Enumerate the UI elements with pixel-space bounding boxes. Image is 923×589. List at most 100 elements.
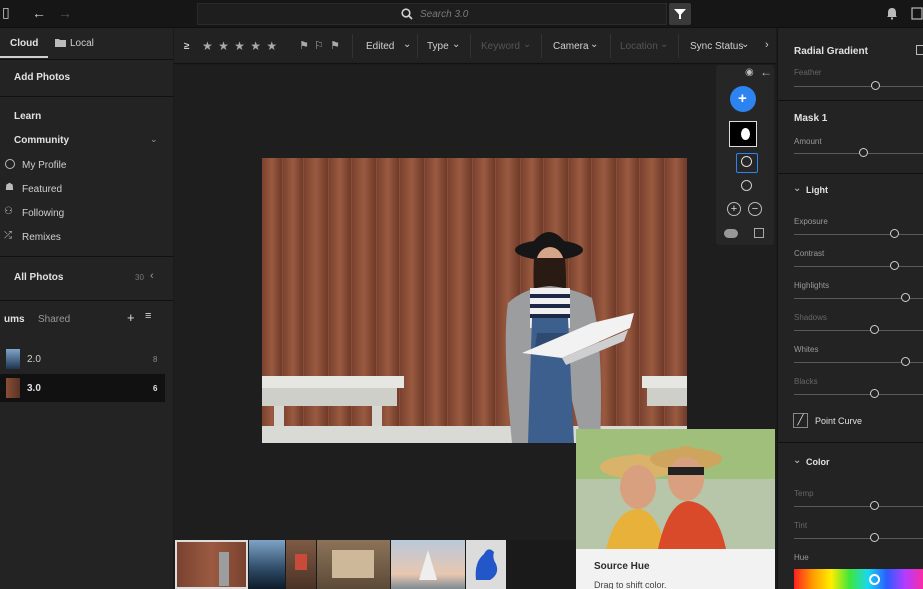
keyword-dropdown[interactable]: Keyword ⌄ [481, 28, 541, 64]
sidebar-item-all-photos[interactable]: All Photos 30 ‹ [0, 268, 173, 288]
contrast-slider-knob[interactable] [890, 261, 899, 270]
eye-icon[interactable]: ◉ [745, 67, 754, 78]
add-photos-button[interactable]: Add Photos [0, 64, 173, 90]
album-row[interactable]: 2.0 8 [0, 346, 165, 372]
filmstrip-thumbnail[interactable] [286, 540, 316, 589]
filter-button[interactable] [669, 3, 691, 25]
rating-operator[interactable]: ≥ [184, 41, 190, 52]
temp-slider[interactable] [794, 506, 923, 507]
point-curve-button[interactable]: ╱ Point Curve [788, 412, 923, 432]
blue-rooster-shape [475, 549, 498, 580]
temp-slider-knob[interactable] [870, 501, 879, 510]
filmstrip-thumbnail[interactable] [391, 540, 465, 589]
tint-slider[interactable] [794, 538, 923, 539]
type-dropdown[interactable]: Type ⌄ [427, 28, 467, 64]
feather-slider-knob[interactable] [871, 81, 880, 90]
keyword-label: Keyword [481, 41, 520, 52]
color-section-header[interactable]: ⌄ Color [778, 454, 923, 472]
camera-dropdown[interactable]: Camera ⌄ [553, 28, 609, 64]
plus-icon: + [738, 90, 747, 107]
left-sidebar: Cloud Local Add Photos Learn Community ⌄… [0, 28, 173, 589]
mask-thumbnail[interactable] [729, 121, 757, 147]
collapse-arrow-icon[interactable]: ← [760, 65, 772, 79]
filmstrip-thumbnail[interactable] [466, 540, 506, 589]
info-panel-icon[interactable] [911, 7, 923, 20]
search-icon [401, 8, 413, 20]
shadows-slider-knob[interactable] [870, 325, 879, 334]
hue-spectrum-slider[interactable] [794, 569, 923, 589]
amount-label: Amount [794, 137, 822, 146]
whites-slider-knob[interactable] [901, 357, 910, 366]
figure-shape [219, 552, 229, 586]
mask-component[interactable] [736, 177, 758, 197]
blacks-slider[interactable] [794, 394, 923, 395]
color-title: Color [806, 457, 830, 467]
sidebar-item-following[interactable]: ⚇ Following [0, 205, 173, 223]
filmstrip-thumbnail-selected[interactable] [175, 540, 248, 589]
star-rating-filter[interactable]: ★ ★ ★ ★ ★ [202, 39, 278, 53]
add-to-mask-icon[interactable]: + [727, 202, 741, 216]
exposure-slider-knob[interactable] [890, 229, 899, 238]
chevron-down-icon: ⌄ [793, 455, 802, 466]
source-hue-tooltip: Source Hue Drag to shift color. [576, 429, 775, 589]
add-album-icon[interactable]: + [127, 310, 135, 325]
light-section-header[interactable]: ⌄ Light [778, 182, 923, 200]
album-thumbnail [6, 378, 20, 398]
sidebar-item-my-profile[interactable]: My Profile [0, 157, 173, 175]
tooltip-description: Drag to shift color. [594, 580, 667, 589]
search-input[interactable]: Search 3.0 [197, 3, 667, 25]
woman-reading-photo [262, 158, 687, 443]
filmstrip-thumbnail[interactable] [317, 540, 390, 589]
mask-options-icon[interactable] [916, 45, 923, 55]
panel-toggle-icon[interactable]: ▯ [2, 4, 10, 21]
amount-slider-knob[interactable] [859, 148, 868, 157]
main-photo[interactable] [262, 158, 687, 443]
following-label: Following [22, 208, 65, 219]
sync-status-dropdown[interactable]: Sync Status ⌄ [690, 28, 760, 64]
subtract-from-mask-icon[interactable]: − [748, 202, 762, 216]
tab-shared[interactable]: Shared [38, 314, 70, 325]
flag-picked-icon[interactable]: ⚑ [299, 39, 309, 52]
community-label: Community [14, 135, 69, 146]
flag-rejected-icon[interactable]: ⚑ [330, 39, 340, 52]
feather-slider[interactable] [794, 86, 923, 87]
back-arrow-icon[interactable]: ← [32, 5, 46, 21]
sidebar-item-remixes[interactable]: ⤮ Remixes [0, 229, 173, 247]
album-row-selected[interactable]: 3.0 6 [0, 374, 165, 402]
tint-slider-knob[interactable] [870, 533, 879, 542]
temp-label: Temp [794, 489, 814, 498]
tooltip-preview-image [576, 429, 775, 549]
point-curve-label: Point Curve [815, 416, 863, 426]
edited-dropdown[interactable]: Edited ⌄ [366, 28, 414, 64]
sidebar-item-featured[interactable]: ☗ Featured [0, 181, 173, 199]
mask-name: Mask 1 [794, 113, 828, 124]
featured-label: Featured [22, 184, 63, 195]
bell-icon[interactable] [886, 7, 898, 20]
contrast-slider[interactable] [794, 266, 923, 267]
overlay-toggle-icon[interactable] [724, 229, 738, 238]
type-label: Type [427, 41, 449, 52]
tab-cloud[interactable]: Cloud [0, 28, 48, 58]
shadows-slider[interactable] [794, 330, 923, 331]
forward-arrow-icon[interactable]: → [58, 5, 72, 21]
tab-albums[interactable]: ums [4, 314, 25, 325]
sort-icon[interactable]: ≡ [145, 310, 151, 322]
blacks-slider-knob[interactable] [870, 389, 879, 398]
chevron-right-icon[interactable]: › [765, 39, 769, 51]
all-photos-label: All Photos [14, 272, 64, 283]
sidebar-item-learn[interactable]: Learn [0, 108, 173, 126]
filter-icon [674, 9, 686, 19]
exposure-slider[interactable] [794, 234, 923, 235]
overlay-options-icon[interactable] [754, 228, 764, 238]
flag-unflagged-icon[interactable]: ⚐ [314, 39, 324, 52]
add-mask-button[interactable]: + [730, 86, 756, 112]
filmstrip-thumbnail[interactable] [249, 540, 285, 589]
highlights-slider-knob[interactable] [901, 293, 910, 302]
hue-slider-knob[interactable] [869, 574, 880, 585]
location-dropdown[interactable]: Location ⌄ [620, 28, 676, 64]
edited-label: Edited [366, 41, 395, 52]
sidebar-item-community[interactable]: Community ⌄ [0, 132, 173, 150]
tab-local[interactable]: Local [55, 28, 115, 58]
edit-panel: Radial Gradient Feather Mask 1 Amount ⌄ … [777, 28, 923, 589]
mask-component-selected[interactable] [736, 153, 758, 173]
